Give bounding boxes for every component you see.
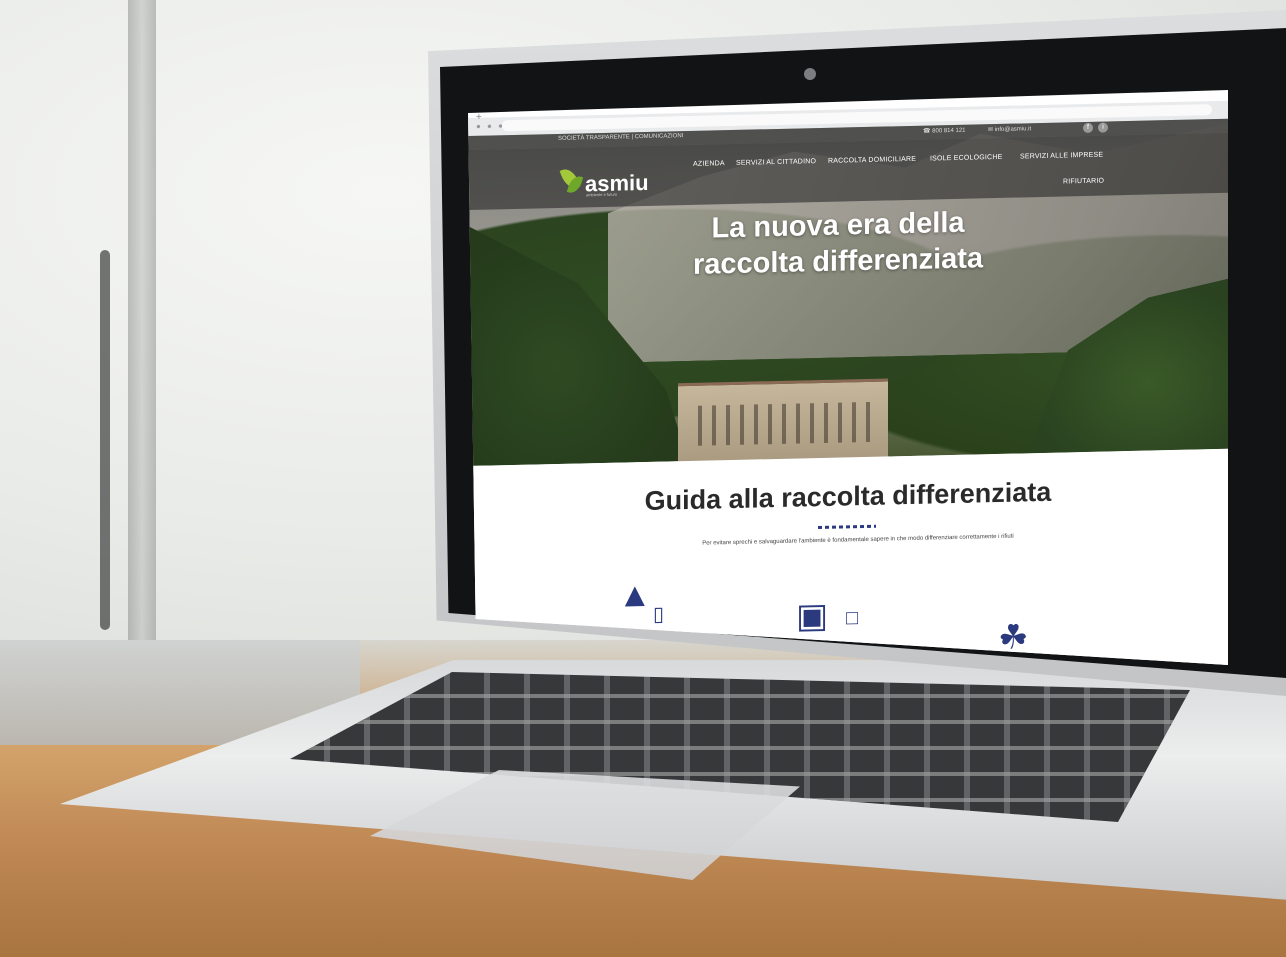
- email-address: info@asmiu.it: [994, 126, 1032, 134]
- nav-azienda[interactable]: AZIENDA: [693, 160, 725, 168]
- webcam: [804, 68, 816, 80]
- plastic-bottles-icon-small: ▯: [653, 603, 665, 626]
- nav-isole-ecologiche[interactable]: ISOLE ECOLOGICHE: [930, 154, 1002, 163]
- paper-cartons-icon[interactable]: ▣: [796, 596, 828, 637]
- topbar-email[interactable]: ✉ info@asmiu.it: [988, 125, 1031, 133]
- nav-rifiutario[interactable]: RIFIUTARIO: [1063, 178, 1104, 186]
- topbar-phone[interactable]: ☎ 800 814 121: [923, 127, 966, 135]
- phone-number: 800 814 121: [932, 127, 966, 135]
- guide-subtitle: Per evitare sprechi e salvaguardare l'am…: [702, 533, 1014, 547]
- website: + ● ● ● SOCIETÀ TRASPARENTE | COMUNICAZI…: [468, 90, 1228, 665]
- nav-raccolta-domiciliare[interactable]: RACCOLTA DOMICILIARE: [828, 156, 916, 165]
- topbar-links[interactable]: SOCIETÀ TRASPARENTE | COMUNICAZIONI: [558, 133, 683, 142]
- facebook-icon[interactable]: f: [1083, 122, 1093, 134]
- guide-title: Guida alla raccolta differenziata: [644, 476, 1052, 516]
- paper-cartons-icon-small: □: [846, 607, 859, 630]
- plastic-bottles-icon[interactable]: ▲: [618, 576, 652, 616]
- hero-title: La nuova era della raccolta differenziat…: [692, 206, 984, 281]
- instagram-icon[interactable]: i: [1098, 122, 1108, 133]
- nav-servizi-cittadino[interactable]: SERVIZI AL CITTADINO: [736, 158, 816, 167]
- nav-servizi-imprese[interactable]: SERVIZI ALLE IMPRESE: [1020, 152, 1103, 161]
- title-underline-dots: [818, 524, 876, 530]
- logo-tagline: ambiente e futuro: [586, 191, 618, 198]
- lamp-cable: [100, 250, 110, 630]
- leaf-logo-icon: [563, 167, 583, 195]
- castle-building: [678, 378, 888, 465]
- laptop-screen: + ● ● ● SOCIETÀ TRASPARENTE | COMUNICAZI…: [468, 90, 1228, 665]
- browser-controls[interactable]: ● ● ●: [476, 121, 505, 131]
- floor-lamp: [128, 0, 156, 640]
